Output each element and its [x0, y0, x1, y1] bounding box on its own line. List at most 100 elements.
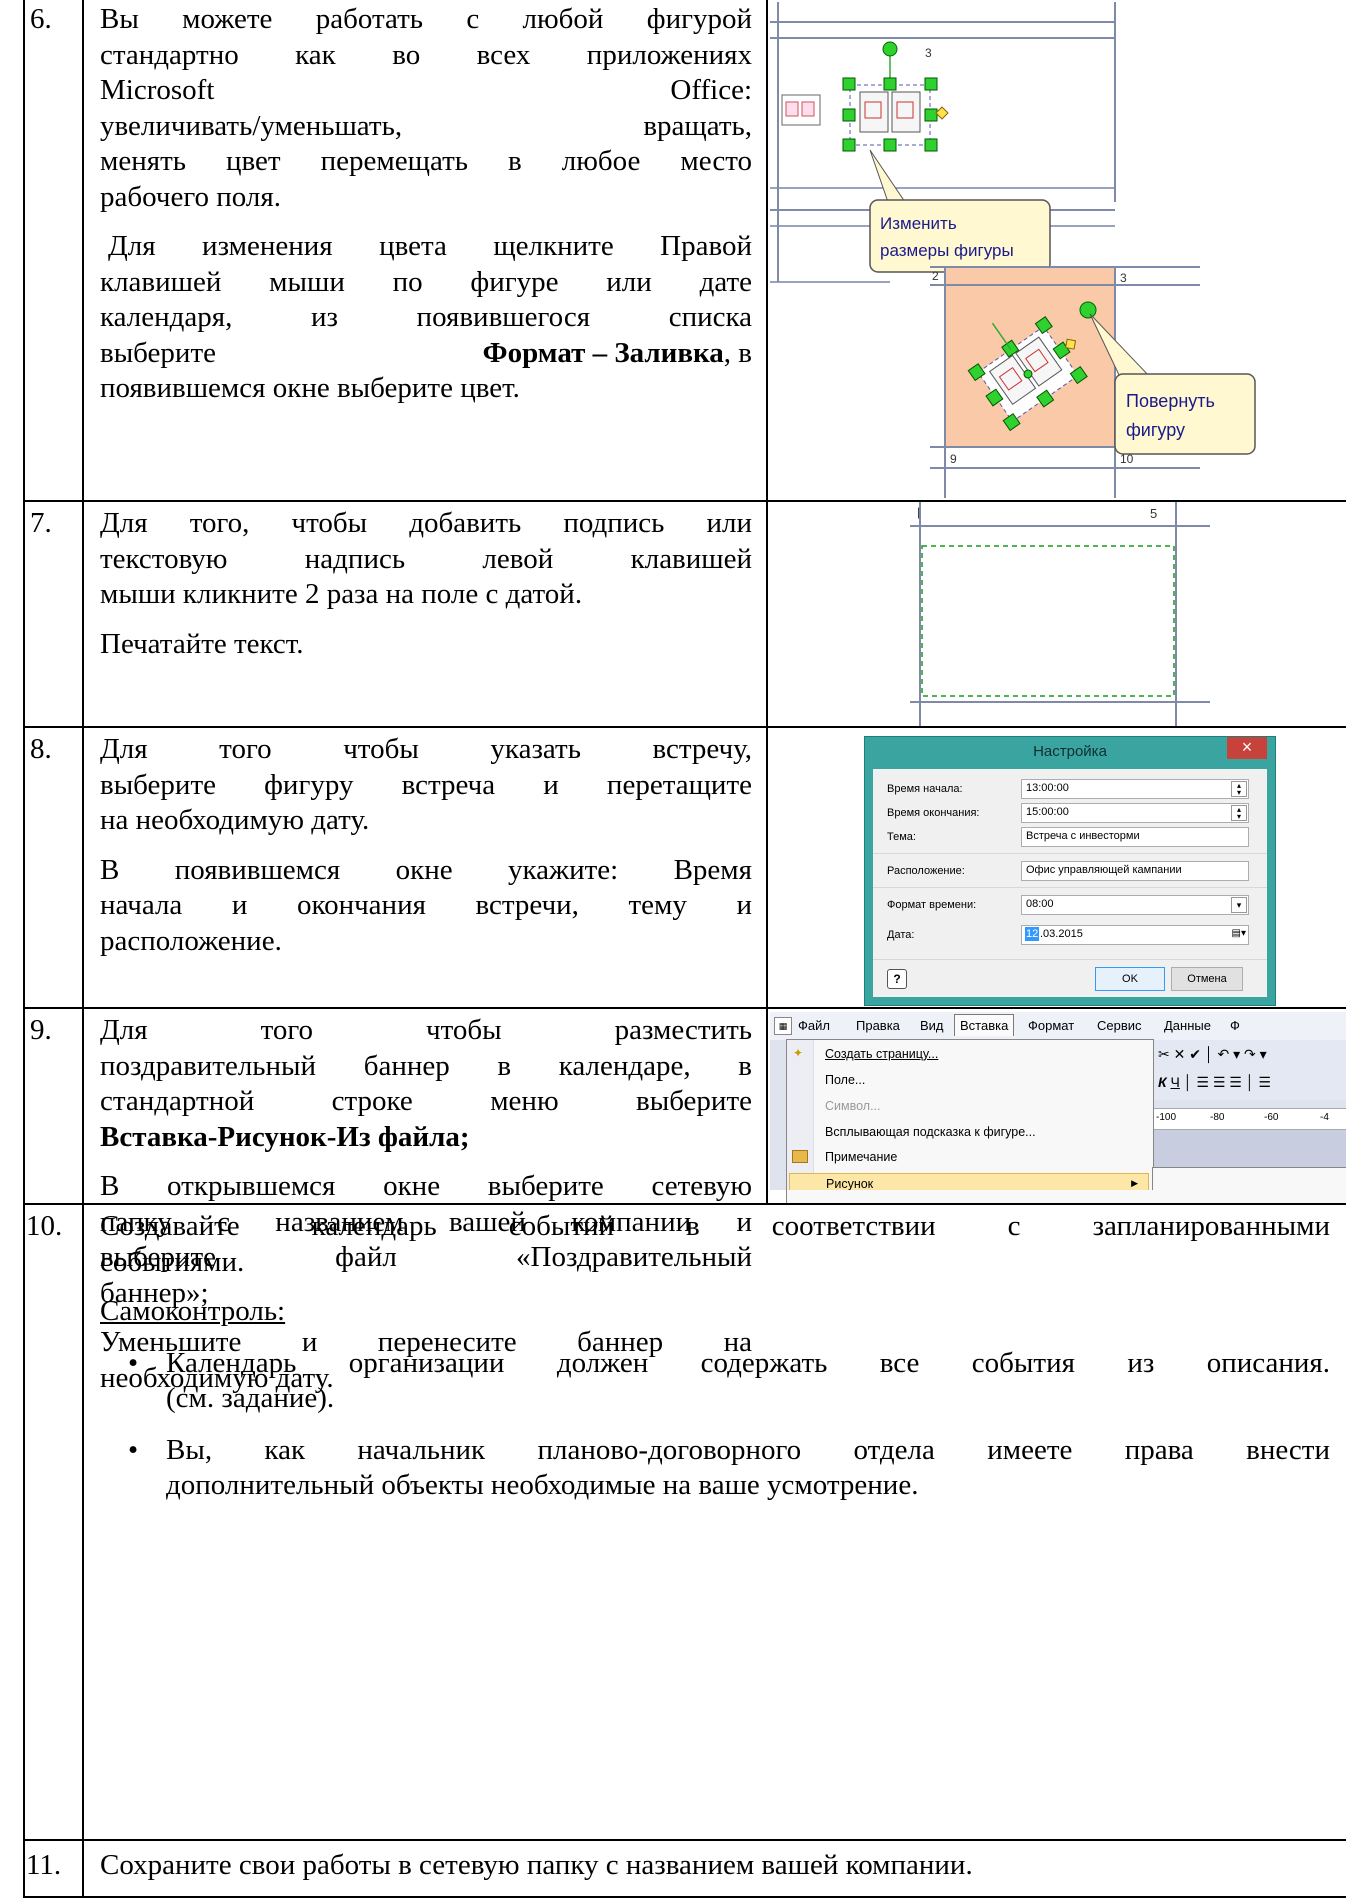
start-time-input[interactable]: 13:00:00 ▴ ▾: [1021, 779, 1249, 799]
bullet-icon: •: [128, 1346, 139, 1379]
resize-shape[interactable]: [842, 41, 949, 152]
cancel-button[interactable]: Отмена: [1171, 967, 1243, 991]
toolbar: ✂ ✕ ✔ │ ↶ ▾ ↷ ▾ К Ч │ ☰ ☰ ☰ │ ☰: [1152, 1040, 1346, 1100]
new-page-icon: ✦: [793, 1046, 804, 1060]
row-7-line: Для того, чтобы добавить подпись или: [100, 507, 752, 539]
row-sep-8-9: [23, 1007, 1346, 1009]
row-6-line: рабочего поля.: [100, 180, 281, 213]
menu-service[interactable]: Сервис: [1097, 1018, 1142, 1033]
toolbar-icons[interactable]: ✂ ✕ ✔ │ ↶ ▾ ↷ ▾: [1158, 1046, 1267, 1063]
menu-item-create-page[interactable]: ✦ Создать страницу...: [787, 1044, 1153, 1066]
row-number-11: 11.: [26, 1849, 62, 1881]
row-7-line: текстовую надпись левой клавишей: [100, 542, 752, 575]
chevron-down-icon[interactable]: ▾: [1231, 897, 1247, 913]
field-label: Формат времени:: [887, 899, 977, 911]
row-6-word: Microsoft: [100, 74, 215, 106]
row-number-10: 10.: [26, 1210, 63, 1242]
menu-view[interactable]: Вид: [920, 1018, 944, 1033]
spinner-icon[interactable]: ▴ ▾: [1231, 781, 1247, 797]
book-icon: [781, 94, 821, 126]
cal-date-number: 9: [950, 452, 957, 466]
row-10-line: событиями.: [100, 1245, 245, 1278]
spinner-icon[interactable]: ▴ ▾: [1231, 805, 1247, 821]
menu-data[interactable]: Данные: [1164, 1018, 1211, 1033]
row-8-line: Для того чтобы указать встречу,: [100, 733, 752, 765]
row-9-bold-line: Вставка-Рисунок-Из файла;: [100, 1120, 470, 1153]
menu-item-symbol[interactable]: Символ...: [787, 1096, 1153, 1118]
topic-input[interactable]: Встреча с инвесторми: [1021, 827, 1249, 847]
ok-button[interactable]: OK: [1095, 967, 1165, 991]
dialog-titlebar: Настройка ×: [865, 737, 1275, 767]
row-9-word: разместить: [614, 1014, 752, 1046]
field-label: Расположение:: [887, 865, 965, 877]
rotation-handle-icon[interactable]: [882, 41, 898, 57]
row-10-line: Создавайте календарь событий в соответст…: [100, 1210, 1330, 1242]
row-11-text: Сохраните свои работы в сетевую папку с …: [100, 1849, 973, 1881]
cal-date-number: 2: [932, 269, 939, 283]
row-9-line: В открывшемся окне выберите сетевую: [100, 1170, 752, 1202]
row-9-line: поздравительный баннер в календаре, в: [100, 1049, 752, 1082]
row-6-line: календаря, из появившегося списка: [100, 301, 752, 333]
row-number-8: 8.: [30, 733, 52, 765]
date-picker[interactable]: 12 .03.2015 ▤▾: [1021, 925, 1249, 945]
close-button[interactable]: ×: [1227, 737, 1267, 759]
row-6-text: Вы можете работать с любой фигурой станд…: [100, 2, 752, 407]
row-sep-7-8: [23, 726, 1346, 728]
menu-file[interactable]: Файл: [798, 1018, 830, 1033]
location-input[interactable]: Офис управляющей кампании: [1021, 861, 1249, 881]
menu-edit[interactable]: Правка: [856, 1018, 900, 1033]
folder-icon: [792, 1150, 808, 1163]
row-6-word: вращать,: [643, 109, 752, 142]
row-number-7: 7.: [30, 507, 52, 539]
svg-text:|: |: [917, 505, 920, 519]
dialog-body: Время начала: 13:00:00 ▴ ▾ Время окончани…: [873, 769, 1267, 997]
text-edit-field[interactable]: [921, 545, 1175, 697]
menu-insert[interactable]: Вставка: [954, 1014, 1015, 1036]
document-page: 6. Вы можете работать с любой фигурой ст…: [0, 0, 1346, 1898]
callout-rotate-line: Повернуть: [1126, 391, 1215, 411]
row-8-line: выберите фигуру встреча и перетащите: [100, 768, 752, 801]
row-9-line: стандартной строке меню выберите: [100, 1085, 752, 1117]
table-border-mid-col: [766, 0, 768, 1203]
row-number-9: 9.: [30, 1014, 52, 1046]
field-label: Тема:: [887, 831, 916, 843]
callout-resize-line: размеры фигуры: [880, 241, 1014, 260]
callout-resize-line: Изменить: [880, 214, 957, 233]
cal-date-number: 3: [1120, 271, 1127, 285]
table-border-left-col: [82, 0, 84, 1898]
bullet-item: • Вы, как начальник планово-договорного …: [128, 1433, 1330, 1502]
row-7-line: Печатайте текст.: [100, 627, 304, 660]
ruler: -100 -80 -60 -4: [1152, 1108, 1346, 1130]
row-10-text: Создавайте календарь событий в соответст…: [100, 1209, 1330, 1520]
row-6-word: выберите: [100, 336, 216, 369]
row-sep-10-11: [23, 1839, 1346, 1841]
row-8-text: Для того чтобы указать встречу, выберите…: [100, 732, 752, 959]
row-9-word: того: [260, 1014, 314, 1046]
row-7-calendar-screenshot: | 5: [770, 502, 1346, 726]
bullet-icon: •: [128, 1433, 139, 1466]
menu-item-picture[interactable]: Рисунок ▶: [789, 1173, 1149, 1190]
bullet-item: • Календарь организации должен содержать…: [128, 1346, 1330, 1415]
cal-date-number: 3: [925, 46, 932, 60]
end-time-input[interactable]: 15:00:00 ▴ ▾: [1021, 803, 1249, 823]
menu-overflow[interactable]: Ф: [1230, 1018, 1240, 1033]
callout-resize: Изменить размеры фигуры: [869, 149, 1051, 273]
menu-item-tooltip[interactable]: Всплывающая подсказка к фигуре...: [787, 1122, 1153, 1144]
help-button[interactable]: ?: [887, 969, 907, 989]
menu-item-note[interactable]: Примечание: [787, 1147, 1153, 1169]
row-6-line: Для изменения цвета щелкните Правой: [108, 230, 752, 262]
field-label: Дата:: [887, 929, 915, 941]
calendar-shapes-svg: 3 Изменить размеры фигуры 2 3 9 10 Повер…: [770, 2, 1256, 498]
row-8-line: начала и окончания встречи, тему и: [100, 889, 752, 921]
calendar-icon[interactable]: ▤▾: [1232, 928, 1246, 939]
time-format-select[interactable]: 08:00 ▾: [1021, 895, 1249, 915]
self-check-heading: Самоконтроль:: [100, 1295, 286, 1327]
format-icons[interactable]: К Ч │ ☰ ☰ ☰ │ ☰: [1158, 1074, 1271, 1091]
rotation-handle-icon[interactable]: [1079, 301, 1097, 319]
row-6-line: Вы можете работать с любой фигурой: [100, 3, 752, 35]
row-6-line: появившемся окне выберите цвет.: [100, 372, 520, 404]
callout-rotate-line: фигуру: [1126, 420, 1185, 440]
menu-format[interactable]: Формат: [1028, 1018, 1074, 1033]
menu-item-field[interactable]: Поле...: [787, 1070, 1153, 1092]
row-8-line: на необходимую дату.: [100, 804, 370, 836]
